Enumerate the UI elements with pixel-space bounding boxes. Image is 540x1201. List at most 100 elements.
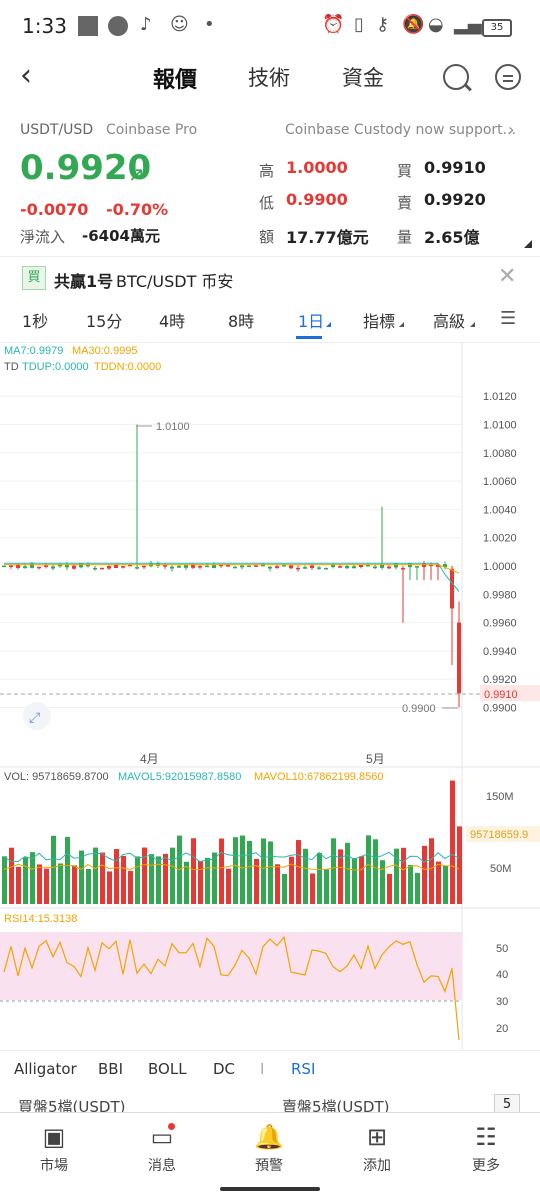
rsi-band bbox=[0, 932, 462, 1000]
candle-body bbox=[345, 566, 349, 569]
indicator-alligator[interactable]: Alligator bbox=[14, 1060, 77, 1078]
volume-bar bbox=[226, 868, 231, 904]
unread-dot bbox=[168, 1123, 175, 1130]
volume-bar bbox=[275, 864, 280, 904]
news-ticker[interactable]: Coinbase Custody now support... bbox=[285, 122, 516, 138]
volume-bar bbox=[128, 870, 133, 904]
back-icon[interactable]: ‹ bbox=[20, 58, 32, 93]
notification-icon bbox=[78, 16, 98, 36]
tdup-legend: TDUP:0.0000 bbox=[22, 361, 89, 373]
volume-bar bbox=[65, 836, 70, 904]
indicator-rsi[interactable]: RSI bbox=[291, 1060, 315, 1078]
low-value: 0.9900 bbox=[286, 190, 348, 209]
tf-1d-caret-icon bbox=[326, 322, 331, 327]
candle-body bbox=[184, 565, 188, 568]
volume-bar bbox=[114, 849, 119, 904]
indicators-caret-icon bbox=[399, 322, 404, 327]
candle-body bbox=[275, 566, 279, 568]
volume-bar bbox=[415, 872, 420, 904]
amount-value: 17.77億元 bbox=[286, 228, 369, 247]
tf-1d[interactable]: 1日 bbox=[298, 308, 324, 332]
tab-technical[interactable]: 技術 bbox=[248, 62, 290, 92]
top-nav: ‹ 報價 技術 資金 bbox=[0, 56, 540, 100]
nav-alerts-label: 預警 bbox=[255, 1158, 283, 1174]
phone-icon: ▯ bbox=[354, 14, 364, 35]
tab-funds[interactable]: 資金 bbox=[342, 62, 384, 92]
x-tick: 4月 bbox=[140, 752, 159, 766]
candle-body bbox=[79, 563, 83, 568]
key-icon: ⚷ bbox=[376, 14, 390, 35]
expand-corner-icon[interactable] bbox=[524, 240, 532, 248]
pair-name: USDT/USD bbox=[20, 122, 94, 138]
chevron-right-icon[interactable]: › bbox=[508, 120, 514, 139]
vol-legend: VOL: 95718659.8700 bbox=[4, 771, 109, 783]
signal-banner[interactable]: 買 共贏1号 BTC/USDT 币安 ✕ bbox=[0, 262, 540, 296]
volume-bar bbox=[37, 864, 42, 904]
nav-add[interactable]: ⊞ 添加 bbox=[337, 1123, 417, 1175]
candle-body bbox=[373, 566, 377, 569]
candle-body bbox=[457, 622, 461, 694]
ma7-legend: MA7:0.9979 bbox=[4, 345, 63, 357]
volume-bar bbox=[198, 860, 203, 904]
volume-bar bbox=[58, 863, 63, 904]
chart-settings-icon[interactable]: ☰ bbox=[500, 308, 516, 329]
volume-bar bbox=[51, 835, 56, 904]
tf-indicators[interactable]: 指標 bbox=[363, 308, 395, 332]
notification-circle-icon bbox=[108, 16, 128, 36]
candle-body bbox=[310, 565, 314, 569]
close-icon[interactable]: ✕ bbox=[498, 264, 516, 289]
volume-bar bbox=[324, 869, 329, 904]
last-price-tag: 0.9910 bbox=[484, 689, 518, 701]
volume-bar bbox=[16, 866, 21, 904]
price-tick: 1.0060 bbox=[483, 476, 517, 488]
nav-news-label: 消息 bbox=[148, 1158, 176, 1174]
volume-bar bbox=[72, 865, 77, 904]
volume-bar bbox=[373, 839, 378, 904]
volume-bar bbox=[296, 840, 301, 904]
tf-8h[interactable]: 8時 bbox=[228, 308, 254, 332]
candle-body bbox=[142, 565, 146, 568]
home-indicator bbox=[220, 1187, 320, 1191]
indicator-boll[interactable]: BOLL bbox=[148, 1060, 187, 1078]
nav-market[interactable]: ▣ 市場 bbox=[14, 1123, 94, 1175]
volume-bar bbox=[436, 861, 441, 904]
exchange-name: Coinbase Pro bbox=[106, 122, 198, 138]
candle-body bbox=[296, 567, 300, 570]
volume-bar bbox=[457, 826, 462, 904]
price-tick: 0.9940 bbox=[483, 646, 517, 658]
arrow-up-right-icon: ↗ bbox=[128, 162, 145, 186]
volume-bar bbox=[149, 854, 154, 904]
menu-icon[interactable] bbox=[495, 64, 521, 90]
candle-body bbox=[51, 566, 55, 569]
fullscreen-icon: ⤢ bbox=[29, 710, 40, 726]
price-tick: 1.0020 bbox=[483, 533, 517, 545]
indicator-dc[interactable]: DC bbox=[213, 1060, 235, 1078]
price-tick: 1.0100 bbox=[483, 420, 517, 432]
bottom-nav: ▣ 市場 ▭ 消息 🔔 預警 ⊞ 添加 ☷ 更多 bbox=[0, 1112, 540, 1201]
volume-bar bbox=[205, 857, 210, 904]
volume-bar bbox=[9, 847, 14, 904]
volume-bar bbox=[366, 835, 371, 904]
nav-news[interactable]: ▭ 消息 bbox=[122, 1123, 202, 1175]
ask-value: 0.9920 bbox=[424, 190, 486, 209]
high-annotation: 1.0100 bbox=[156, 421, 190, 433]
candle-body bbox=[30, 563, 34, 568]
indicator-bbi[interactable]: BBI bbox=[98, 1060, 123, 1078]
candle-body bbox=[303, 567, 307, 569]
candle-body bbox=[282, 565, 286, 567]
volume-bar bbox=[163, 853, 168, 904]
volume-bar bbox=[30, 852, 35, 904]
candle-body bbox=[408, 563, 412, 568]
tf-15m[interactable]: 15分 bbox=[86, 308, 122, 332]
volume-bar bbox=[317, 852, 322, 904]
divider bbox=[0, 256, 540, 257]
tf-1s[interactable]: 1秒 bbox=[22, 308, 48, 332]
tf-4h[interactable]: 4時 bbox=[159, 308, 185, 332]
candle-body bbox=[394, 563, 398, 568]
nav-more[interactable]: ☷ 更多 bbox=[446, 1123, 526, 1175]
tab-quote[interactable]: 報價 bbox=[153, 62, 197, 94]
kline-chart[interactable]: 1.0120 1.0100 1.0080 1.0060 1.0040 1.0020 1.00… bbox=[0, 342, 540, 1050]
candle-body bbox=[72, 565, 76, 569]
nav-alerts[interactable]: 🔔 預警 bbox=[229, 1123, 309, 1175]
tf-advanced[interactable]: 高級 bbox=[433, 308, 465, 332]
